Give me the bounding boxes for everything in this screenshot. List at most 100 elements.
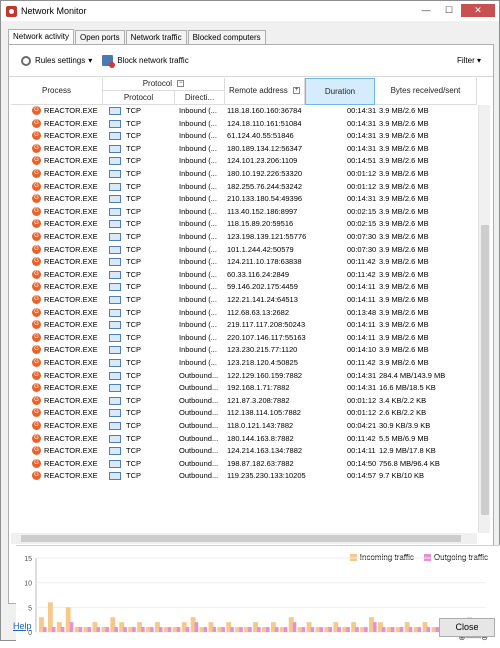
duration-cell: 00:14:31 (347, 131, 377, 141)
network-connection-icon (109, 132, 121, 141)
table-row[interactable]: G REACTOR.EXE TCP Inbound (... 118.15.89.20:… (11, 218, 477, 231)
bytes-cell: 30.9 KB/3.9 KB (379, 421, 431, 430)
remote-address-cell: 220.107.146.117:55163 (227, 332, 306, 342)
table-row[interactable]: G REACTOR.EXE TCP Inbound (... 123.218.120.4… (11, 357, 477, 370)
process-icon: G (32, 370, 41, 380)
process-cell: REACTOR.EXE (44, 106, 98, 115)
vertical-scrollbar[interactable] (478, 105, 490, 533)
column-header-process[interactable]: Process (11, 78, 103, 105)
rules-settings-button[interactable]: Rules settings ▾ (21, 55, 92, 66)
table-row[interactable]: G REACTOR.EXE TCP Inbound (... 180.189.134.1… (11, 143, 477, 156)
tab-network-activity[interactable]: Network activity (8, 29, 75, 44)
close-button[interactable]: Close (439, 618, 495, 637)
table-row[interactable]: G REACTOR.EXE TCP Inbound (... 220.107.146.1… (11, 332, 477, 345)
column-header-remote-address[interactable]: Remote address + (225, 78, 305, 105)
table-row[interactable]: G REACTOR.EXE TCP Outbound... 192.168.1.71:7… (11, 382, 477, 395)
protocol-cell: TCP (126, 345, 141, 355)
duration-cell: 00:14:51 (347, 156, 377, 166)
network-connection-icon (109, 220, 121, 229)
direction-cell: Inbound (... (179, 282, 217, 292)
table-row[interactable]: G REACTOR.EXE TCP Outbound... 122.129.160.15… (11, 370, 477, 383)
network-connection-icon (109, 144, 121, 153)
network-connection-icon (109, 270, 121, 279)
table-row[interactable]: G REACTOR.EXE TCP Inbound (... 219.117.117.2… (11, 319, 477, 332)
duration-cell: 00:11:42 (347, 358, 376, 367)
process-icon: G (32, 282, 41, 292)
duration-cell: 00:14:31 (347, 106, 377, 115)
network-connection-icon (109, 308, 121, 317)
direction-cell: Outbound... (179, 408, 219, 418)
table-row[interactable]: G REACTOR.EXE TCP Inbound (... 182.255.76.24… (11, 181, 477, 194)
remote-address-cell: 124.214.163.134:7882 (227, 446, 303, 456)
process-cell: REACTOR.EXE (44, 295, 98, 304)
collapse-icon[interactable]: − (177, 80, 185, 88)
table-row[interactable]: G REACTOR.EXE TCP Outbound... 180.144.163.8:… (11, 433, 477, 446)
filter-button[interactable]: Filter ▾ (457, 56, 481, 65)
table-row[interactable]: G REACTOR.EXE TCP Outbound... 118.0.121.143:… (11, 420, 477, 433)
remote-address-cell: 124.101.23.206:1109 (227, 156, 298, 166)
table-row[interactable]: G REACTOR.EXE TCP Outbound... 121.87.3.208:7… (11, 395, 477, 408)
process-cell: REACTOR.EXE (44, 269, 98, 279)
tab-open-ports[interactable]: Open ports (75, 30, 125, 44)
table-row[interactable]: G REACTOR.EXE TCP Inbound (... 124.18.110.16… (11, 118, 477, 131)
direction-cell: Outbound... (179, 395, 219, 405)
table-row[interactable]: G REACTOR.EXE TCP Inbound (... 118.18.160.16… (11, 105, 477, 118)
remote-address-cell: 180.189.134.12:56347 (227, 143, 303, 153)
bytes-cell: 2.6 KB/2.2 KB (379, 408, 427, 418)
horizontal-scroll-thumb[interactable] (21, 535, 461, 542)
process-icon: G (32, 181, 41, 191)
column-header-direction[interactable]: Directi... (175, 91, 225, 105)
table-row[interactable]: G REACTOR.EXE TCP Inbound (... 124.101.23.20… (11, 155, 477, 168)
column-group-protocol[interactable]: Protocol − (103, 78, 225, 91)
maximize-button[interactable]: ☐ (438, 4, 460, 17)
table-row[interactable]: G REACTOR.EXE TCP Inbound (... 61.124.40.55:… (11, 130, 477, 143)
table-row[interactable]: G REACTOR.EXE TCP Inbound (... 122.21.141.24… (11, 294, 477, 307)
table-row[interactable]: G REACTOR.EXE TCP Outbound... 124.214.163.13… (11, 445, 477, 458)
bytes-cell: 3.9 MB/2.6 MB (379, 206, 429, 216)
duration-cell: 00:14:11 (347, 282, 376, 292)
process-icon: G (32, 295, 41, 304)
app-icon (6, 5, 17, 17)
process-icon: G (32, 244, 41, 254)
table-row[interactable]: G REACTOR.EXE TCP Inbound (... 210.133.180.5… (11, 193, 477, 206)
table-row[interactable]: G REACTOR.EXE TCP Inbound (... 113.40.152.18… (11, 206, 477, 219)
column-header-protocol[interactable]: Protocol (103, 91, 175, 105)
table-row[interactable]: G REACTOR.EXE TCP Outbound... 112.138.114.10… (11, 407, 477, 420)
remote-address-cell: 118.18.160.160:36784 (227, 106, 302, 115)
table-row[interactable]: G REACTOR.EXE TCP Inbound (... 60.33.116.24:… (11, 269, 477, 282)
process-icon: G (32, 232, 41, 241)
bytes-cell: 3.9 MB/2.6 MB (379, 143, 429, 153)
table-row[interactable]: G REACTOR.EXE TCP Inbound (... 124.211.10.17… (11, 256, 477, 269)
minimize-button[interactable]: — (415, 4, 437, 17)
bytes-cell: 3.9 MB/2.6 MB (379, 295, 429, 304)
help-link[interactable]: Help (13, 621, 32, 631)
duration-cell: 00:11:42 (347, 257, 376, 267)
tab-network-traffic[interactable]: Network traffic (125, 30, 187, 44)
table-row[interactable]: G REACTOR.EXE TCP Inbound (... 123.230.215.7… (11, 344, 477, 357)
process-cell: REACTOR.EXE (44, 219, 98, 229)
table-row[interactable]: G REACTOR.EXE TCP Inbound (... 112.68.63.13:… (11, 307, 477, 320)
table-row[interactable]: G REACTOR.EXE TCP Inbound (... 59.146.202.17… (11, 281, 477, 294)
direction-cell: Inbound (... (179, 244, 217, 254)
remote-address-cell: 119.235.230.133:10205 (227, 471, 306, 481)
rules-settings-label: Rules settings (35, 56, 86, 65)
vertical-scroll-thumb[interactable] (481, 225, 489, 515)
column-header-bytes[interactable]: Bytes received/sent (375, 78, 477, 105)
column-header-duration[interactable]: Duration (305, 78, 375, 105)
direction-cell: Inbound (... (179, 181, 217, 191)
table-row[interactable]: G REACTOR.EXE TCP Inbound (... 101.1.244.42:… (11, 244, 477, 257)
block-network-traffic-label: Block network traffic (117, 56, 189, 65)
block-network-traffic-button[interactable]: Block network traffic (102, 55, 189, 68)
process-cell: REACTOR.EXE (44, 118, 98, 128)
table-row[interactable]: G REACTOR.EXE TCP Outbound... 119.235.230.13… (11, 470, 477, 483)
network-connection-icon (109, 170, 121, 178)
table-row[interactable]: G REACTOR.EXE TCP Inbound (... 180.10.192.22… (11, 168, 477, 181)
direction-cell: Inbound (... (179, 219, 217, 229)
table-row[interactable]: G REACTOR.EXE TCP Inbound (... 123.198.139.1… (11, 231, 477, 244)
gear-icon (21, 55, 31, 66)
horizontal-scrollbar[interactable] (11, 533, 477, 544)
table-row[interactable]: G REACTOR.EXE TCP Outbound... 198.87.182.63:… (11, 458, 477, 471)
close-window-button[interactable]: ✕ (461, 4, 495, 17)
tab-blocked-computers[interactable]: Blocked computers (187, 30, 266, 44)
expand-icon[interactable]: + (292, 87, 300, 95)
